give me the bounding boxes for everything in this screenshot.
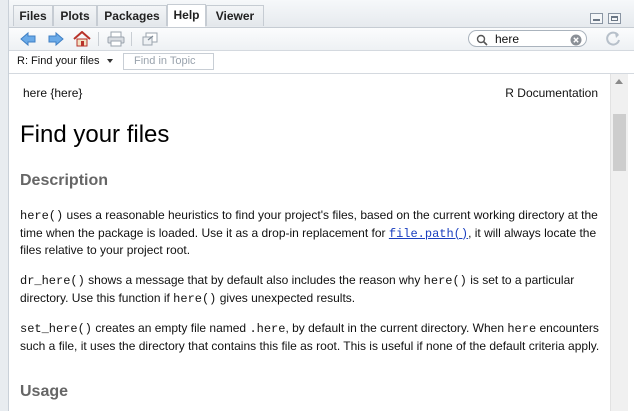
open-in-new-window-icon[interactable] [141,31,159,47]
code-here: here [507,322,537,336]
code-here: here() [20,209,64,223]
home-icon[interactable] [73,30,91,47]
help-toolbar [9,28,634,51]
code-dot-here: .here [249,322,286,336]
minimize-pane-button[interactable] [590,13,603,24]
topic-bar: R: Find your files Find in Topic [9,51,634,74]
pane-tab-bar: Files Plots Packages Help Viewer [9,0,634,28]
page-title: Find your files [20,121,170,148]
tab-packages[interactable]: Packages [97,5,167,26]
find-in-topic-field[interactable]: Find in Topic [123,53,214,70]
doc-type-label: R Documentation [505,86,598,100]
doc-header: here {here} R Documentation [23,86,598,100]
code-dr-here: dr_here() [20,274,85,288]
paragraph-text: , by default in the current directory. W… [285,321,508,335]
description-heading: Description [20,172,109,189]
paragraph-text: shows a message that by default also inc… [84,273,424,287]
tab-plots[interactable]: Plots [53,5,97,26]
left-pane-edge [0,0,9,411]
print-icon[interactable] [107,31,125,47]
package-label: here {here} [23,86,83,100]
code-here: here() [423,274,467,288]
forward-arrow-icon[interactable] [47,31,65,47]
pane-window-controls [590,13,624,25]
clear-search-icon[interactable] [570,33,582,51]
tab-viewer[interactable]: Viewer [206,5,264,26]
usage-heading: Usage [20,383,69,400]
description-paragraph-2: dr_here() shows a message that by defaul… [20,272,600,307]
description-paragraph-3: set_here() creates an empty file named .… [20,320,600,354]
description-paragraph-1: here() uses a reasonable heuristics to f… [20,207,600,259]
scroll-up-arrow-icon[interactable] [615,79,623,84]
search-icon [476,33,488,51]
toolbar-separator [98,32,99,46]
refresh-icon[interactable] [605,31,623,47]
tab-files[interactable]: Files [13,5,53,26]
code-here: here() [173,291,217,306]
tab-help[interactable]: Help [167,4,206,27]
code-set-here: set_here() [20,322,93,336]
toolbar-separator [131,32,132,46]
help-pane: Files Plots Packages Help Viewer here R:… [9,0,634,411]
maximize-pane-button[interactable] [608,13,621,24]
scrollbar-thumb[interactable] [613,114,626,171]
file-path-link[interactable]: file.path() [388,226,469,241]
vertical-scrollbar[interactable] [610,74,628,411]
topic-selector[interactable]: R: Find your files [17,54,113,69]
paragraph-text: gives unexpected results. [216,290,356,305]
help-search-input[interactable] [495,32,565,45]
paragraph-text: creates an empty file named [92,321,250,335]
chevron-down-icon [106,59,113,64]
link-code: file.path() [388,226,469,241]
topic-selector-label: R: Find your files [17,55,100,67]
back-arrow-icon[interactable] [19,31,37,47]
help-document: here {here} R Documentation Find your fi… [9,74,610,411]
help-search-box[interactable] [468,30,587,47]
